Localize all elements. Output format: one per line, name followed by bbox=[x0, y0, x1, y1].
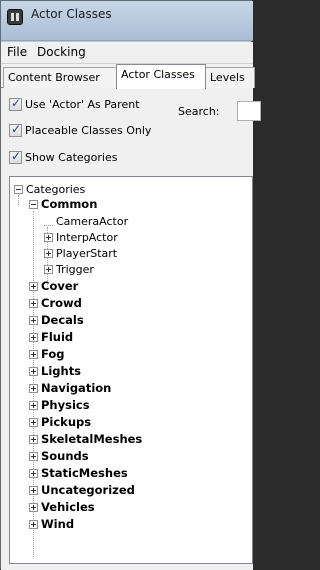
tree-node-label: Common bbox=[41, 197, 98, 211]
expand-icon[interactable] bbox=[29, 332, 38, 342]
expand-icon[interactable] bbox=[29, 298, 38, 308]
tree-category-crowd[interactable]: Crowd bbox=[29, 295, 82, 311]
tab-levels[interactable]: Levels bbox=[205, 67, 255, 88]
menu-file[interactable]: File bbox=[7, 45, 27, 59]
expand-icon[interactable] bbox=[44, 264, 53, 274]
collapse-icon[interactable] bbox=[29, 199, 38, 209]
use-actor-parent-option[interactable]: Use 'Actor' As Parent bbox=[9, 96, 140, 112]
tab-content-browser[interactable]: Content Browser bbox=[3, 67, 117, 88]
menu-bar: File Docking bbox=[1, 42, 253, 64]
tree-node-label: Wind bbox=[41, 517, 75, 531]
title-bar[interactable]: Actor Classes bbox=[1, 1, 253, 41]
expand-icon[interactable] bbox=[29, 417, 38, 427]
show-categories-checkbox[interactable] bbox=[9, 149, 22, 164]
expand-icon[interactable] bbox=[29, 349, 38, 359]
tree-category-skeletalmeshes[interactable]: SkeletalMeshes bbox=[29, 431, 142, 447]
search-input[interactable] bbox=[237, 101, 261, 121]
tree-node-label: Crowd bbox=[41, 296, 82, 310]
tree-node-label: Fog bbox=[41, 347, 65, 361]
tree-node-trigger[interactable]: Trigger bbox=[44, 261, 94, 277]
tree-node-label: Lights bbox=[41, 364, 82, 378]
class-tree[interactable]: Categories Common CameraActor InterpActo… bbox=[9, 176, 253, 564]
tree-category-navigation[interactable]: Navigation bbox=[29, 380, 111, 396]
tree-category-cover[interactable]: Cover bbox=[29, 278, 78, 294]
tree-node-interpactor[interactable]: InterpActor bbox=[44, 229, 118, 245]
expand-icon[interactable] bbox=[29, 383, 38, 393]
tree-node-label: Trigger bbox=[56, 262, 94, 276]
expand-icon[interactable] bbox=[29, 281, 38, 291]
tree-node-playerstart[interactable]: PlayerStart bbox=[44, 245, 117, 261]
expand-icon[interactable] bbox=[29, 502, 38, 512]
placeable-only-checkbox[interactable] bbox=[9, 122, 22, 137]
tab-actor-classes[interactable]: Actor Classes bbox=[116, 64, 206, 89]
tree-root-categories[interactable]: Categories bbox=[14, 181, 85, 197]
tree-node-label: PlayerStart bbox=[56, 246, 118, 260]
expand-icon[interactable] bbox=[29, 400, 38, 410]
tree-category-pickups[interactable]: Pickups bbox=[29, 414, 91, 430]
tree-node-label: Pickups bbox=[41, 415, 92, 429]
app-icon bbox=[7, 9, 23, 25]
use-actor-parent-label: Use 'Actor' As Parent bbox=[25, 97, 140, 111]
use-actor-parent-checkbox[interactable] bbox=[9, 96, 22, 111]
tree-category-fog[interactable]: Fog bbox=[29, 346, 65, 362]
tree-category-lights[interactable]: Lights bbox=[29, 363, 81, 379]
search-label: Search: bbox=[178, 105, 220, 118]
collapse-icon[interactable] bbox=[14, 184, 23, 194]
placeable-only-option[interactable]: Placeable Classes Only bbox=[9, 122, 151, 138]
tree-category-uncategorized[interactable]: Uncategorized bbox=[29, 482, 135, 498]
tree-node-cameraactor[interactable]: CameraActor bbox=[44, 213, 128, 229]
actor-classes-window: Actor Classes File Docking Content Brows… bbox=[0, 0, 261, 570]
tree-leaf-connector bbox=[44, 217, 53, 226]
show-categories-label: Show Categories bbox=[25, 150, 118, 164]
window-title: Actor Classes bbox=[31, 7, 112, 21]
tree-node-label: StaticMeshes bbox=[41, 466, 128, 480]
tree-node-label: Categories bbox=[26, 182, 86, 196]
expand-icon[interactable] bbox=[29, 315, 38, 325]
expand-icon[interactable] bbox=[29, 434, 38, 444]
tree-category-vehicles[interactable]: Vehicles bbox=[29, 499, 95, 515]
tree-node-label: Vehicles bbox=[41, 500, 95, 514]
tree-node-label: InterpActor bbox=[56, 230, 118, 244]
tree-category-wind[interactable]: Wind bbox=[29, 516, 74, 532]
expand-icon[interactable] bbox=[29, 468, 38, 478]
tree-category-physics[interactable]: Physics bbox=[29, 397, 90, 413]
tree-category-staticmeshes[interactable]: StaticMeshes bbox=[29, 465, 128, 481]
tree-category-sounds[interactable]: Sounds bbox=[29, 448, 89, 464]
expand-icon[interactable] bbox=[44, 232, 53, 242]
tree-node-label: Decals bbox=[41, 313, 84, 327]
menu-docking[interactable]: Docking bbox=[37, 45, 86, 59]
tree-node-label: CameraActor bbox=[56, 214, 129, 228]
tree-node-label: Navigation bbox=[41, 381, 112, 395]
tree-node-label: Sounds bbox=[41, 449, 89, 463]
tree-node-label: SkeletalMeshes bbox=[41, 432, 143, 446]
tab-strip: Content Browser Actor Classes Levels bbox=[1, 64, 255, 89]
placeable-only-label: Placeable Classes Only bbox=[25, 123, 152, 137]
tree-category-decals[interactable]: Decals bbox=[29, 312, 84, 328]
tree-node-label: Fluid bbox=[41, 330, 74, 344]
expand-icon[interactable] bbox=[29, 485, 38, 495]
tree-node-label: Uncategorized bbox=[41, 483, 135, 497]
expand-icon[interactable] bbox=[29, 366, 38, 376]
tree-category-fluid[interactable]: Fluid bbox=[29, 329, 73, 345]
tree-node-label: Physics bbox=[41, 398, 90, 412]
expand-icon[interactable] bbox=[29, 451, 38, 461]
tree-node-common[interactable]: Common bbox=[29, 196, 97, 212]
expand-icon[interactable] bbox=[44, 248, 53, 258]
show-categories-option[interactable]: Show Categories bbox=[9, 149, 117, 165]
actor-classes-panel: Use 'Actor' As Parent Search: Placeable … bbox=[1, 88, 261, 570]
tree-node-label: Cover bbox=[41, 279, 79, 293]
expand-icon[interactable] bbox=[29, 519, 38, 529]
